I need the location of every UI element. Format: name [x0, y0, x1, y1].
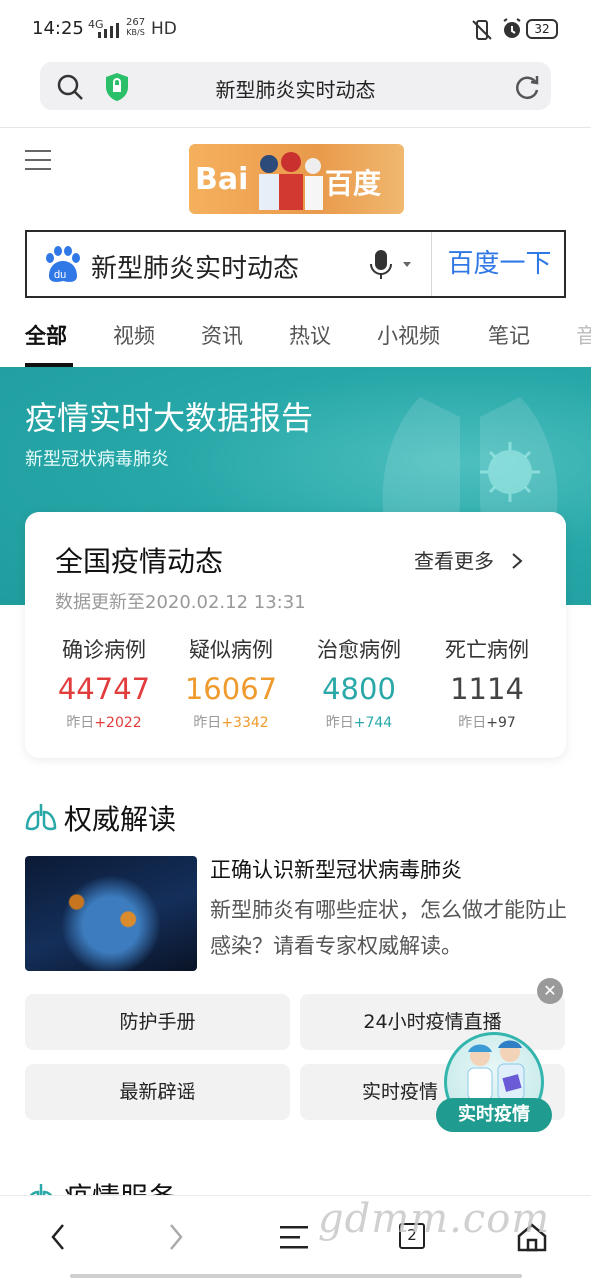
battery-icon: 32: [526, 19, 558, 39]
back-icon[interactable]: [48, 1222, 68, 1252]
menu-list-icon[interactable]: [280, 1224, 310, 1250]
stat-value: 1114: [450, 672, 524, 706]
change-value: +97: [486, 715, 516, 731]
status-time: 14:25: [32, 18, 84, 39]
stat-change: 昨日+744: [295, 712, 423, 732]
view-more-label: 查看更多: [414, 549, 494, 573]
speed-unit: KB/S: [126, 28, 145, 37]
search-submit-button[interactable]: 百度一下: [431, 232, 567, 296]
protection-guide-button[interactable]: 防护手册: [25, 994, 290, 1050]
prev-day-label: 昨日: [193, 715, 222, 731]
article-title[interactable]: 正确认识新型冠状病毒肺炎: [210, 854, 462, 884]
update-time: 数据更新至2020.02.12 13:31: [55, 592, 306, 613]
medical-workers-illustration-icon: [259, 152, 323, 210]
forward-icon[interactable]: [166, 1222, 186, 1252]
network-speed: 267 KB/S: [126, 18, 145, 38]
search-box[interactable]: du 新型肺炎实时动态 百度一下: [25, 230, 566, 298]
stat-value: 16067: [184, 672, 278, 706]
stat-change: 昨日+3342: [167, 712, 295, 732]
realtime-epidemic-float-button[interactable]: 实时疫情: [436, 1032, 552, 1142]
stat-label: 疑似病例: [189, 638, 273, 662]
change-value: +3342: [221, 715, 269, 731]
svg-text:du: du: [54, 269, 66, 281]
change-value: +2022: [94, 715, 142, 731]
speed-value: 267: [126, 17, 146, 28]
baidu-logo[interactable]: Bai 百度: [189, 144, 404, 214]
close-icon[interactable]: ✕: [537, 978, 563, 1004]
refresh-icon[interactable]: [513, 73, 541, 101]
lungs-icon: [25, 804, 57, 831]
watermark: gdmm.com: [318, 1196, 551, 1242]
authority-section-title: 权威解读: [64, 803, 177, 836]
tab-discussion[interactable]: 热议: [289, 320, 331, 350]
banner-title: 疫情实时大数据报告: [25, 399, 314, 437]
stat-cured[interactable]: 治愈病例 4800 昨日+744: [295, 634, 423, 732]
gesture-handle[interactable]: [70, 1274, 522, 1278]
prev-day-label: 昨日: [458, 715, 487, 731]
alarm-icon: [503, 18, 521, 38]
tab-news[interactable]: 资讯: [201, 320, 243, 350]
article-thumbnail[interactable]: [25, 856, 197, 971]
menu-icon[interactable]: [25, 148, 51, 172]
tab-short-video[interactable]: 小视频: [377, 320, 440, 350]
change-value: +744: [353, 715, 393, 731]
stat-change: 昨日+2022: [40, 712, 168, 732]
national-stats-card: 全国疫情动态 查看更多 数据更新至2020.02.12 13:31 确诊病例 4…: [25, 512, 566, 758]
tab-all[interactable]: 全部: [25, 320, 67, 350]
vibrate-off-icon: [472, 20, 492, 40]
latest-rumor-button[interactable]: 最新辟谣: [25, 1064, 290, 1120]
hd-indicator: HD: [151, 19, 177, 39]
baidu-paw-icon: du: [46, 246, 80, 282]
prev-day-label: 昨日: [325, 715, 354, 731]
stat-label: 死亡病例: [445, 638, 529, 662]
stat-label: 确诊病例: [62, 638, 146, 662]
search-input[interactable]: 新型肺炎实时动态: [91, 248, 299, 285]
search-tabs: 全部 视频 资讯 热议 小视频 笔记 音: [0, 308, 591, 366]
tab-music[interactable]: 音: [576, 320, 591, 350]
address-bar[interactable]: 新型肺炎实时动态: [40, 62, 551, 110]
microphone-icon[interactable]: [367, 250, 417, 280]
article-description[interactable]: 新型肺炎有哪些症状，怎么做才能防止感染？请看专家权威解读。: [210, 892, 570, 964]
stats-card-title: 全国疫情动态: [55, 545, 224, 578]
stat-deaths[interactable]: 死亡病例 1114 昨日+97: [423, 634, 551, 732]
logo-text-right: 百度: [325, 167, 382, 200]
doctors-illustration-icon: [467, 1040, 525, 1101]
prev-day-label: 昨日: [66, 715, 95, 731]
divider: [0, 127, 591, 128]
status-bar: 14:25 4G 267 KB/S HD 32: [0, 0, 591, 58]
stat-change: 昨日+97: [423, 712, 551, 732]
page-title: 新型肺炎实时动态: [215, 78, 376, 102]
stat-value: 4800: [322, 672, 396, 706]
float-badge-label: 实时疫情: [436, 1098, 552, 1132]
tab-notes[interactable]: 笔记: [488, 320, 530, 350]
stat-confirmed[interactable]: 确诊病例 44747 昨日+2022: [40, 634, 168, 732]
signal-icon: [98, 23, 119, 38]
view-more-link[interactable]: 查看更多: [414, 545, 524, 574]
stat-label: 治愈病例: [317, 638, 401, 662]
logo-text-left: Bai: [195, 162, 249, 197]
stat-suspected[interactable]: 疑似病例 16067 昨日+3342: [167, 634, 295, 732]
tab-video[interactable]: 视频: [113, 320, 155, 350]
chevron-right-icon: [512, 553, 523, 569]
stat-value: 44747: [57, 672, 151, 706]
banner-subtitle: 新型冠状病毒肺炎: [25, 449, 169, 470]
